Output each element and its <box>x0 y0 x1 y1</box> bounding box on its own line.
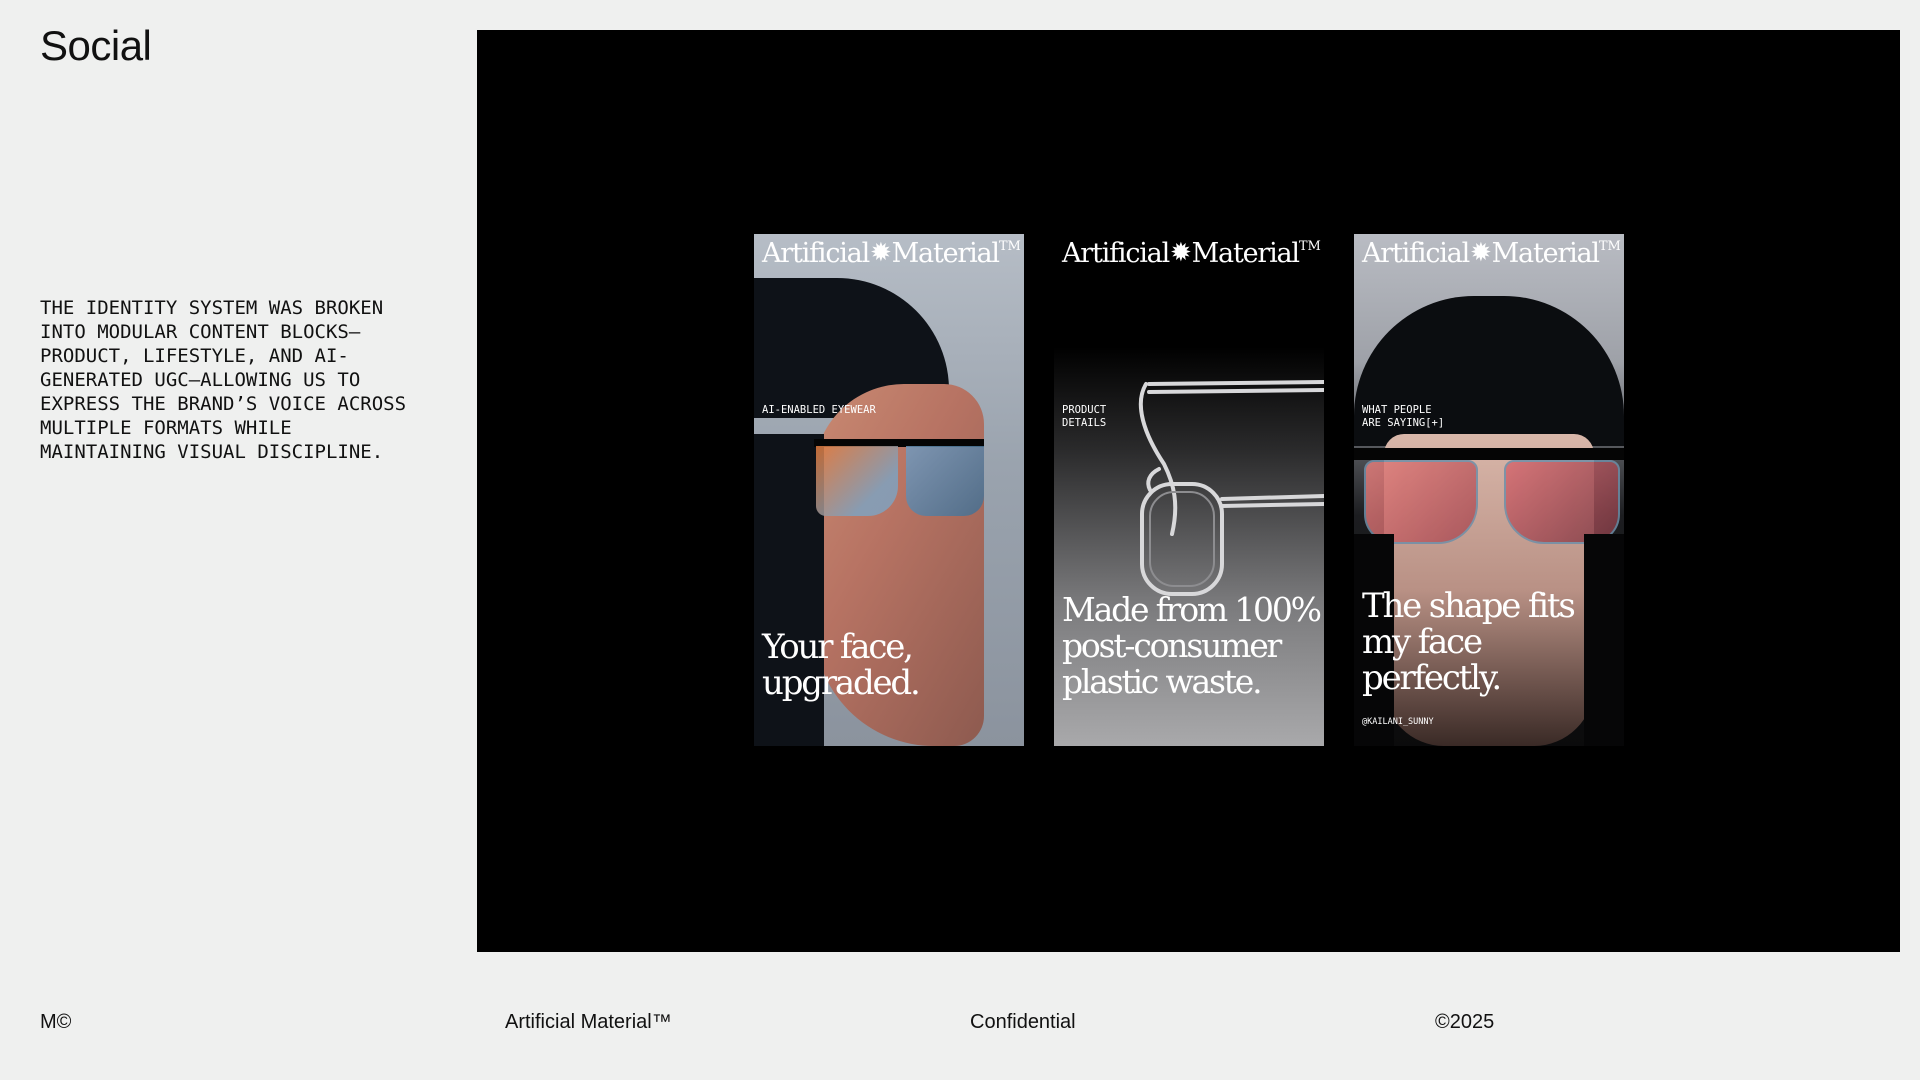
card-tag: WHAT PEOPLE ARE SAYING[+] <box>1362 404 1445 429</box>
social-showcase-panel: Artificial✹MaterialTM AI-ENABLED EYEWEAR… <box>477 30 1900 952</box>
brand-logo: Artificial✹MaterialTM <box>1062 238 1321 269</box>
brand-logo: Artificial✹MaterialTM <box>762 238 1021 269</box>
star-icon: ✹ <box>870 238 892 268</box>
card-tag: AI-ENABLED EYEWEAR <box>762 404 876 416</box>
star-icon: ✹ <box>1170 238 1192 268</box>
social-post-card-ugc: Artificial✹MaterialTM WHAT PEOPLE ARE SA… <box>1354 234 1624 746</box>
card-headline: The shape fits my face perfectly. <box>1362 586 1576 698</box>
page-description: The identity system was broken into modu… <box>40 297 407 463</box>
brand-logo: Artificial✹MaterialTM <box>1362 238 1621 269</box>
card-headline: Made from 100% post-consumer plastic was… <box>1062 590 1322 701</box>
footer-brand: Artificial Material™ <box>505 1011 672 1033</box>
footer-copyright: ©2025 <box>1435 1011 1495 1033</box>
social-post-card-product: Artificial✹MaterialTM PRODUCT DETAILS Ma… <box>1054 234 1324 746</box>
page-title: Social <box>40 22 152 69</box>
card-tag: PRODUCT DETAILS <box>1062 404 1107 429</box>
social-post-card-lifestyle: Artificial✹MaterialTM AI-ENABLED EYEWEAR… <box>754 234 1024 746</box>
card-headline: Your face, upgraded. <box>762 627 921 703</box>
star-icon: ✹ <box>1470 238 1492 268</box>
footer-mark: M© <box>40 1011 72 1033</box>
footer-confidential: Confidential <box>970 1011 1076 1033</box>
user-handle: @KAILANI_SUNNY <box>1362 717 1434 727</box>
